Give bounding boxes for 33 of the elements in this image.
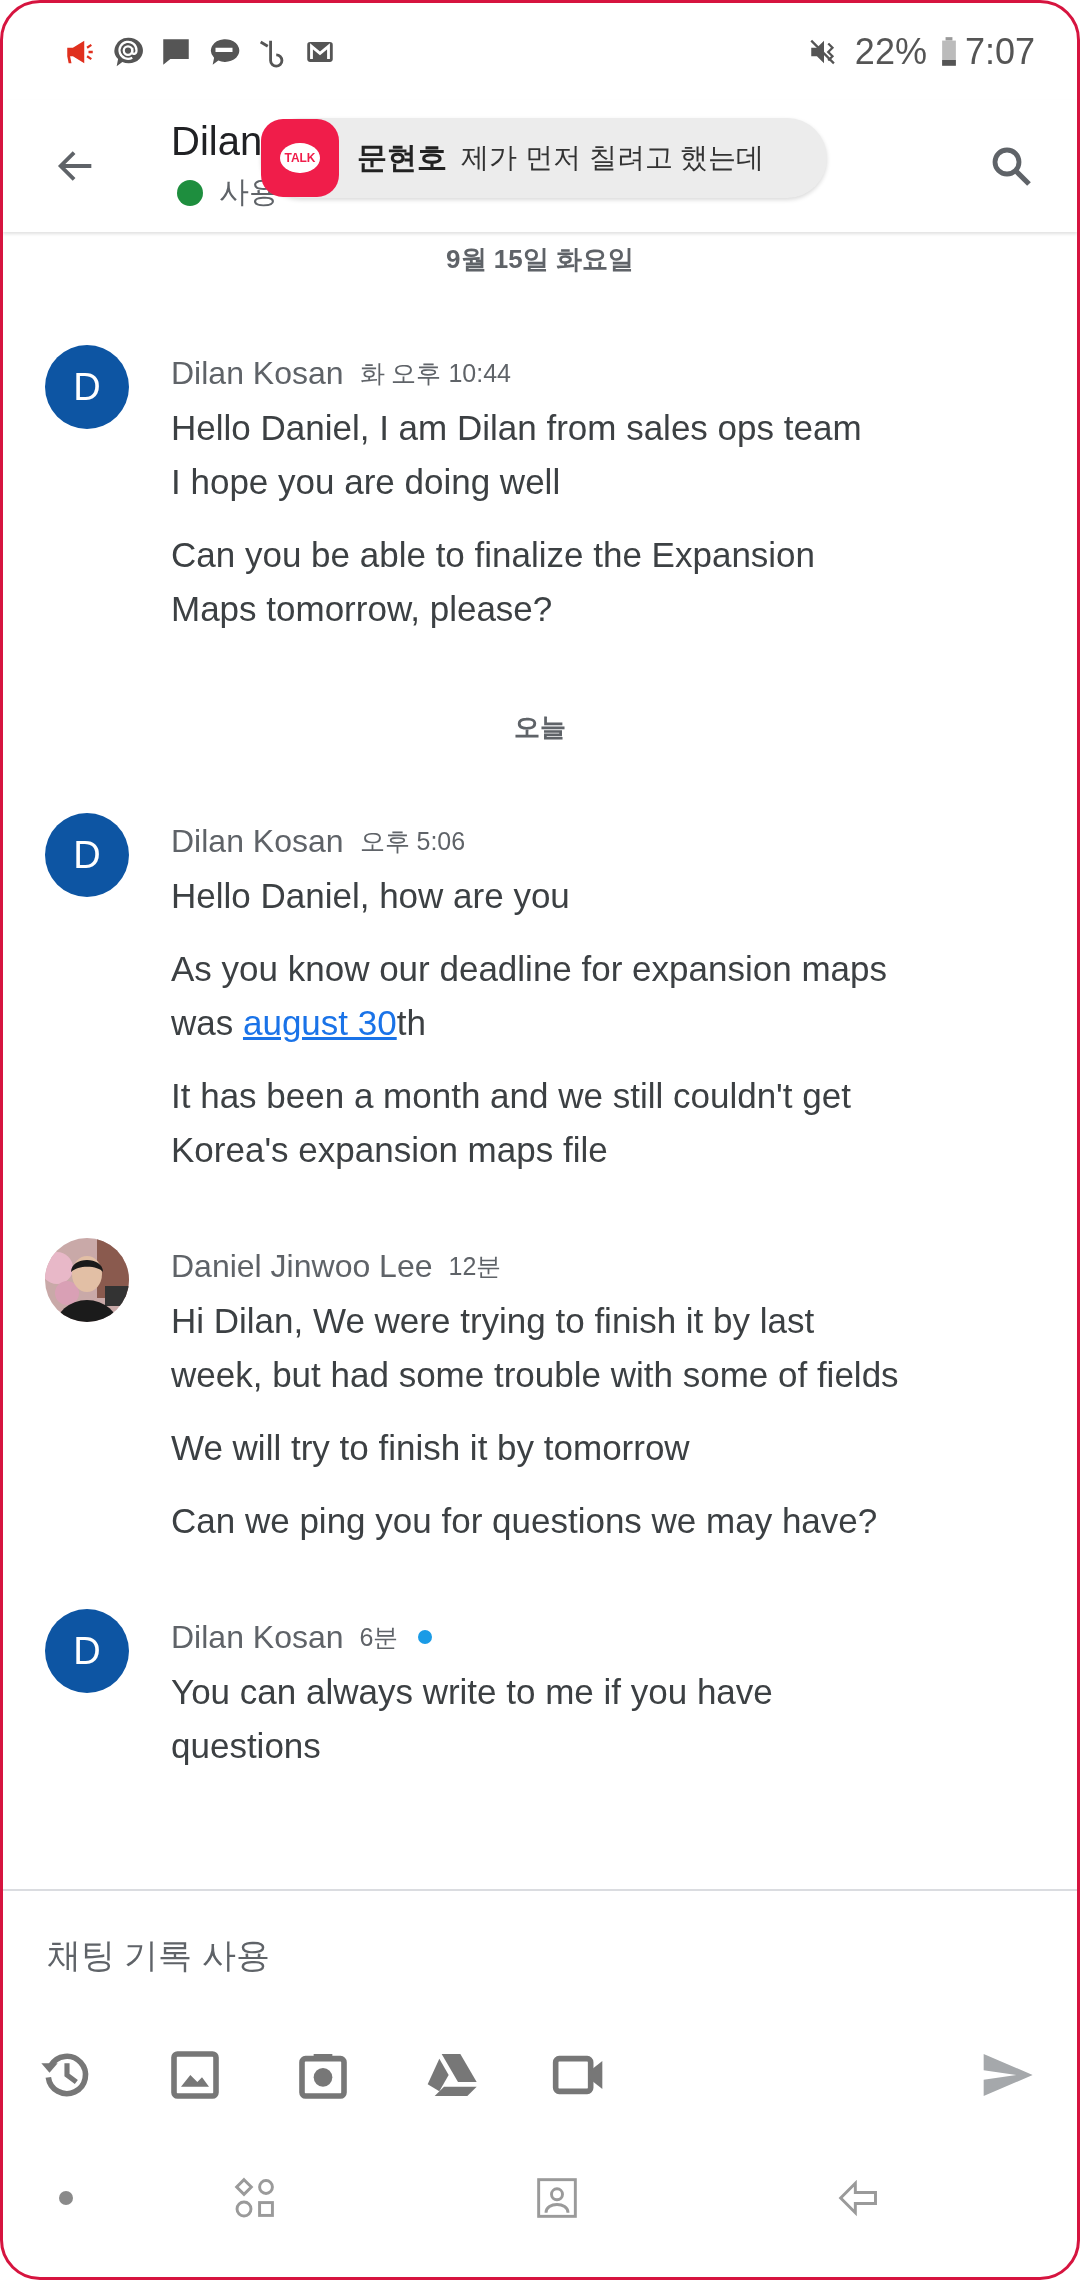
recent-apps-icon[interactable] xyxy=(233,2176,277,2220)
date-link[interactable]: august 30 xyxy=(242,1003,397,1042)
sender-name: Dilan Kosan xyxy=(171,354,344,392)
message-text: As you know our deadline for expansion maps was august 30th xyxy=(171,948,888,1044)
battery-percent: 22% xyxy=(854,30,927,73)
message-text: Hi Dilan, We were trying to finish it by last week, but had some trouble with some of fields xyxy=(171,1300,900,1396)
message-input-field[interactable]: 채팅 기록 사용 xyxy=(45,1934,849,1976)
toast-sender: 문현호 xyxy=(357,139,447,176)
avatar: D xyxy=(45,345,129,429)
sender-name: Daniel Jinwoo Lee xyxy=(171,1247,433,1285)
message-time: 오후 5:06 xyxy=(359,825,466,857)
message-text: We will try to finish it by tomorrow xyxy=(171,1427,691,1469)
avatar: D xyxy=(45,813,129,897)
message-time: 12분 xyxy=(448,1250,502,1282)
message-text: Hello Daniel, I am Dilan from sales ops team I hope you are doing well xyxy=(171,407,863,503)
message-text: Hello Daniel, how are you xyxy=(171,875,571,917)
message-text: Can you be able to finalize the Expansion Maps tomorrow, please? xyxy=(171,534,817,630)
message-time: 화 오후 10:44 xyxy=(359,357,511,389)
toast-message: 제가 먼저 칠려고 했는데 xyxy=(461,141,765,175)
nav-dot-icon xyxy=(59,2191,73,2205)
sender-name: Dilan Kosan xyxy=(171,822,344,860)
message-text: Can we ping you for questions we may have? xyxy=(171,1500,879,1542)
avatar: D xyxy=(45,1609,129,1693)
battery-icon xyxy=(940,36,957,67)
home-icon[interactable] xyxy=(535,2176,579,2220)
message-text: It has been a month and we still couldn't get Korea's expansion maps file xyxy=(171,1075,852,1171)
message-text: You can always write to me if you have questions xyxy=(171,1671,774,1767)
sender-name: Dilan Kosan xyxy=(171,1618,344,1656)
date-divider-label: 9월 15일 화요일 xyxy=(446,243,634,276)
contact-name: Dilan xyxy=(171,119,263,164)
message-time: 6분 xyxy=(359,1621,399,1653)
date-divider-label: 오늘 xyxy=(514,711,566,744)
clock: 7:07 xyxy=(964,30,1035,73)
